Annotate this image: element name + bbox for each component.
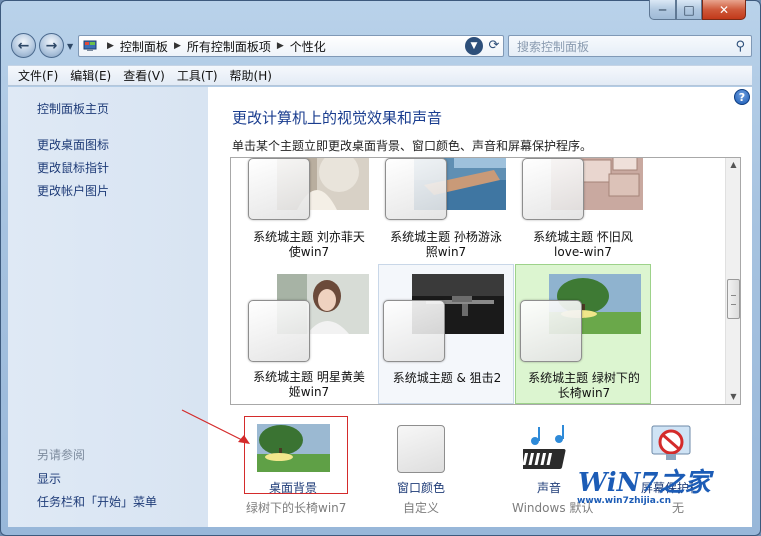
- minimize-icon: ─: [658, 2, 667, 17]
- recent-pages-dropdown[interactable]: ▼: [67, 43, 75, 51]
- breadcrumb-personalization[interactable]: 个性化: [290, 38, 326, 55]
- sounds-link[interactable]: 声音: [537, 479, 561, 496]
- menu-edit[interactable]: 编辑(E): [64, 67, 117, 84]
- theme-glass-preview: [520, 300, 582, 362]
- scroll-thumb[interactable]: [727, 279, 740, 319]
- chevron-down-icon: ▼: [465, 37, 483, 55]
- sidebar-display[interactable]: 显示: [37, 470, 61, 487]
- theme-label-line2: 照win7: [425, 245, 467, 259]
- refresh-icon: ⟳: [488, 38, 500, 53]
- desktop-background-link[interactable]: 桌面背景: [269, 479, 317, 496]
- sidebar: 控制面板主页 更改桌面图标 更改鼠标指针 更改帐户图片 另请参阅 显示 任务栏和…: [8, 87, 208, 527]
- theme-tile-tree-bench[interactable]: 系统城主题 绿树下的 长椅win7: [515, 264, 651, 404]
- theme-label-line1: 系统城主题 怀旧风: [533, 230, 633, 244]
- maximize-icon: □: [683, 2, 695, 17]
- search-input[interactable]: 搜索控制面板 ⚲: [508, 35, 752, 57]
- search-placeholder: 搜索控制面板: [517, 39, 590, 54]
- breadcrumb-separator-icon[interactable]: ▶: [107, 41, 114, 51]
- maximize-button[interactable]: □: [676, 0, 702, 20]
- menu-file[interactable]: 文件(F): [12, 67, 64, 84]
- desktop-background-thumbnail[interactable]: [257, 424, 330, 472]
- breadcrumb-control-panel[interactable]: 控制面板: [120, 38, 168, 55]
- window-color-value: 自定义: [403, 501, 440, 515]
- theme-label-line2: love-win7: [554, 245, 612, 259]
- theme-tile-sniper2[interactable]: 系统城主题 & 狙击2: [378, 264, 514, 404]
- breadcrumb-all-items[interactable]: 所有控制面板项: [187, 38, 271, 55]
- refresh-button[interactable]: ⟳: [486, 38, 502, 54]
- close-button[interactable]: ✕: [702, 0, 746, 20]
- watermark-logo: WiN7之家: [578, 468, 711, 498]
- sidebar-change-account-picture[interactable]: 更改帐户图片: [37, 182, 109, 199]
- theme-label-line2: 使win7: [288, 245, 330, 259]
- theme-label-line1: 系统城主题 & 狙击2: [392, 371, 502, 385]
- sidebar-taskbar-start-menu[interactable]: 任务栏和「开始」菜单: [37, 493, 157, 510]
- menu-tools[interactable]: 工具(T): [171, 67, 224, 84]
- menu-view[interactable]: 查看(V): [117, 67, 171, 84]
- sidebar-change-desktop-icons[interactable]: 更改桌面图标: [37, 136, 109, 153]
- scroll-up-arrow-icon[interactable]: ▲: [726, 158, 741, 172]
- theme-label-line2: 姬win7: [288, 385, 330, 399]
- theme-glass-preview: [248, 158, 310, 220]
- close-icon: ✕: [718, 2, 730, 17]
- themes-list: 系统城主题 刘亦菲天 使win7 系统城主题 孙杨游泳 照win7 系统城主题 …: [230, 157, 741, 405]
- minimize-button[interactable]: ─: [649, 0, 676, 20]
- screen-saver-value: 无: [672, 501, 685, 515]
- control-panel-icon: [83, 40, 97, 51]
- back-button[interactable]: ←: [11, 33, 36, 58]
- sounds-icon[interactable]: [518, 425, 575, 473]
- sidebar-control-panel-home[interactable]: 控制面板主页: [37, 100, 109, 117]
- themes-scrollbar[interactable]: ▲ ▼: [725, 158, 740, 404]
- window-color-link[interactable]: 窗口颜色: [397, 479, 445, 496]
- forward-arrow-icon: →: [45, 37, 58, 54]
- theme-glass-preview: [522, 158, 584, 220]
- address-dropdown-button[interactable]: ▼: [463, 36, 485, 56]
- theme-label-line1: 系统城主题 明星黄美: [253, 370, 365, 384]
- address-bar[interactable]: ▶ 控制面板 ▶ 所有控制面板项 ▶ 个性化: [78, 35, 504, 57]
- see-also-heading: 另请参阅: [37, 448, 86, 462]
- forward-button[interactable]: →: [39, 33, 64, 58]
- sidebar-change-mouse-pointers[interactable]: 更改鼠标指针: [37, 159, 109, 176]
- window-color-swatch[interactable]: [397, 425, 445, 473]
- theme-label-line2: 长椅win7: [557, 386, 611, 400]
- page-title: 更改计算机上的视觉效果和声音: [232, 109, 443, 127]
- watermark-url: www.win7zhijia.cn: [577, 496, 671, 506]
- breadcrumb-separator-icon[interactable]: ▶: [277, 41, 284, 51]
- screen-saver-icon[interactable]: [648, 424, 694, 466]
- breadcrumb-separator-icon[interactable]: ▶: [174, 41, 181, 51]
- page-subtitle: 单击某个主题立即更改桌面背景、窗口颜色、声音和屏幕保护程序。: [232, 139, 593, 153]
- search-icon[interactable]: ⚲: [735, 39, 745, 54]
- theme-glass-preview: [385, 158, 447, 220]
- desktop-background-value: 绿树下的长椅win7: [246, 501, 347, 515]
- theme-glass-preview: [248, 300, 310, 362]
- menu-help[interactable]: 帮助(H): [224, 67, 278, 84]
- back-arrow-icon: ←: [17, 37, 30, 54]
- theme-glass-preview: [383, 300, 445, 362]
- theme-label-line1: 系统城主题 孙杨游泳: [390, 230, 502, 244]
- help-icon[interactable]: ?: [734, 89, 750, 105]
- theme-tile-huang-meiji[interactable]: 系统城主题 明星黄美 姬win7: [241, 264, 377, 404]
- menu-bar: 文件(F) 编辑(E) 查看(V) 工具(T) 帮助(H): [8, 65, 752, 86]
- scroll-down-arrow-icon[interactable]: ▼: [726, 390, 741, 404]
- theme-label-line1: 系统城主题 刘亦菲天: [253, 230, 365, 244]
- theme-label-line1: 系统城主题 绿树下的: [528, 371, 640, 385]
